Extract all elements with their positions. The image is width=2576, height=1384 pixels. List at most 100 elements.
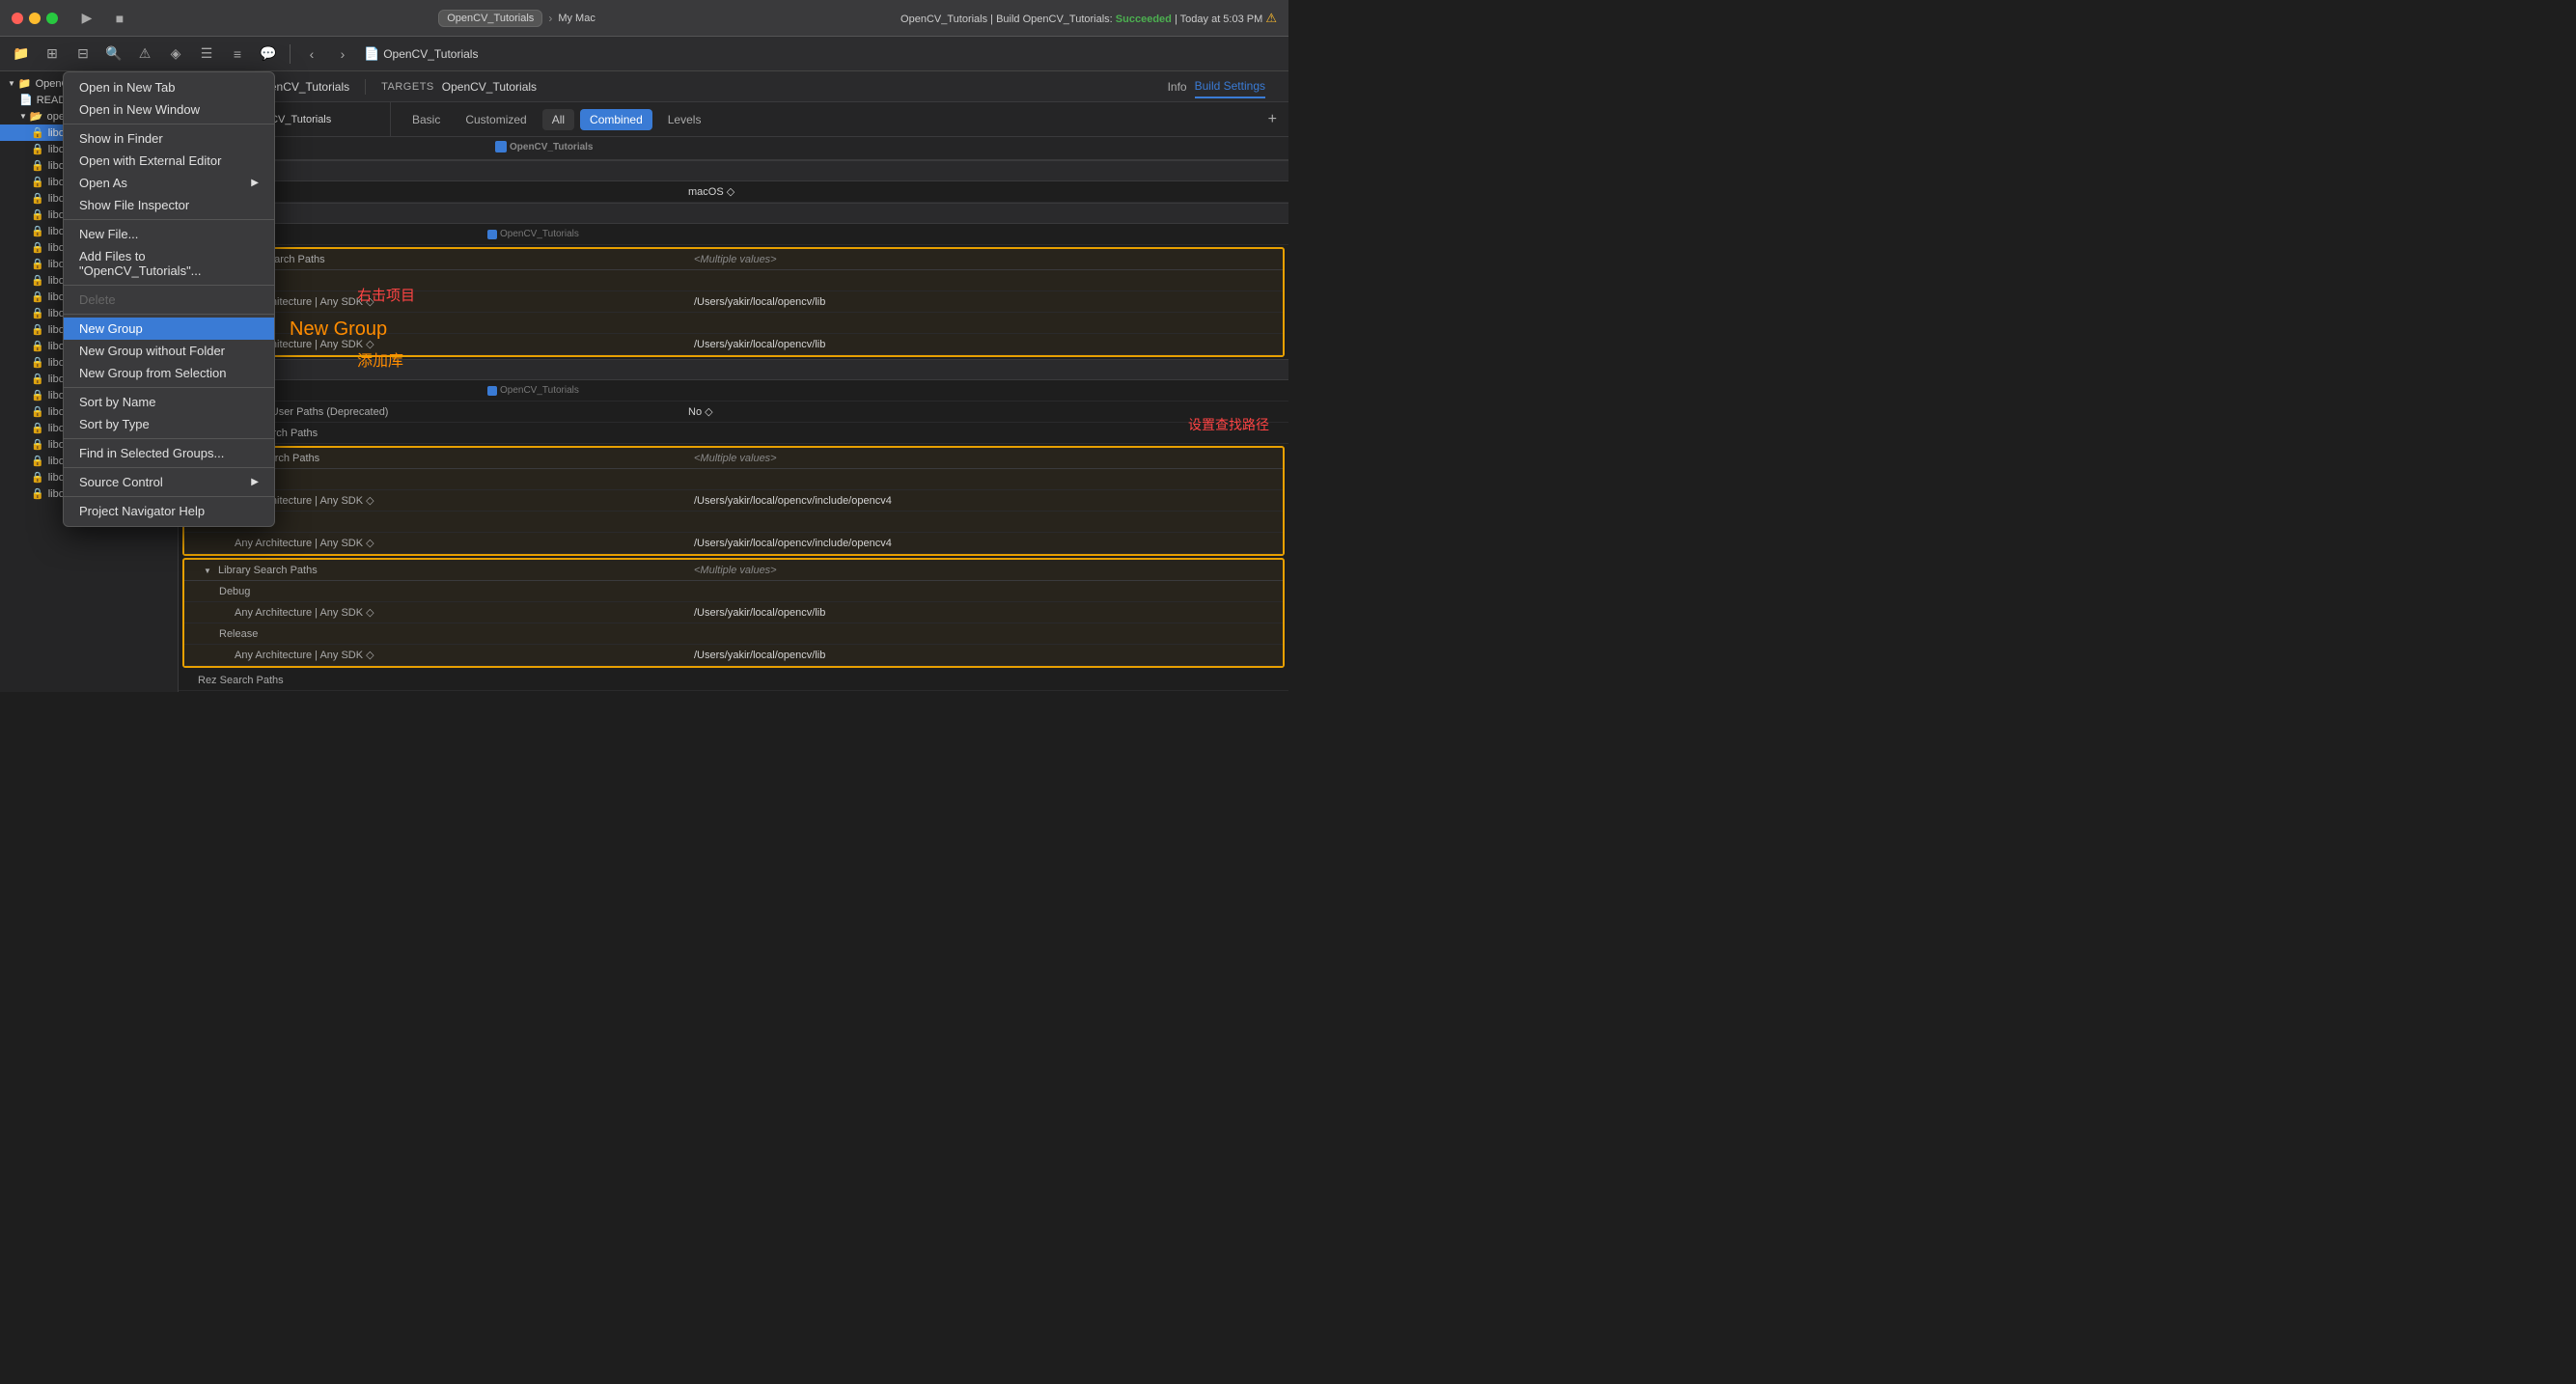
close-button[interactable]	[12, 13, 23, 24]
value-header-debug[interactable]: /Users/yakir/local/opencv/include/opencv…	[686, 492, 1283, 510]
library-search-section: ▼ Library Search Paths <Multiple values>…	[182, 558, 1285, 668]
row-always-search[interactable]: Always Search User Paths (Deprecated) No…	[179, 401, 1288, 423]
row-header-release-arch[interactable]: Any Architecture | Any SDK ◇ /Users/yaki…	[184, 533, 1283, 554]
value-runpath-debug[interactable]: /Users/yakir/local/opencv/lib	[686, 293, 1283, 311]
dylib-icon: 🔒	[31, 176, 44, 188]
menu-open-external-editor[interactable]: Open with External Editor	[64, 150, 274, 172]
breakpoint-button[interactable]: ◈	[162, 41, 189, 68]
value-library-multiple: <Multiple values>	[686, 562, 1283, 579]
row-runpath-debug-arch[interactable]: Any Architecture | Any SDK ◇ /Users/yaki…	[184, 291, 1283, 313]
dylib-icon: 🔒	[31, 405, 44, 418]
menu-source-control[interactable]: Source Control ▶	[64, 471, 274, 493]
row-library-debug[interactable]: Debug	[184, 581, 1283, 602]
row-exclude-dirs[interactable]: Sub-Directories to Exclude in Recursive …	[179, 691, 1288, 692]
menu-new-group[interactable]: New Group	[64, 318, 274, 340]
target-search: OpenCV_Tutorials	[487, 385, 680, 396]
sidebar-toggle-button[interactable]: 📁	[8, 41, 35, 68]
value-library-debug[interactable]: /Users/yakir/local/opencv/lib	[686, 604, 1283, 622]
value-header-debug	[686, 477, 1283, 483]
row-framework-search[interactable]: Framework Search Paths	[179, 423, 1288, 444]
row-library-debug-arch[interactable]: Any Architecture | Any SDK ◇ /Users/yaki…	[184, 602, 1283, 623]
menu-open-new-window[interactable]: Open in New Window	[64, 98, 274, 121]
test-button[interactable]: ☰	[193, 41, 220, 68]
dylib-icon: 🔒	[31, 159, 44, 172]
row-header-search-debug[interactable]: Debug	[184, 469, 1283, 490]
menu-sort-by-type[interactable]: Sort by Type	[64, 413, 274, 435]
nav-back-button[interactable]: ‹	[298, 41, 325, 68]
group-triangle: ▼	[19, 112, 27, 121]
dylib-icon: 🔒	[31, 422, 44, 434]
row-header-search-header[interactable]: ▼ Header Search Paths <Multiple values>	[184, 448, 1283, 469]
scheme-label[interactable]: OpenCV_Tutorials	[438, 10, 542, 27]
section-linking[interactable]: ▼ Linking	[179, 203, 1288, 224]
settings-table: ▼ Architectures Base SDK macOS ◇ ▼ Linki…	[179, 160, 1288, 692]
separator-7	[64, 467, 274, 468]
value-always-search[interactable]: No ◇	[680, 402, 1288, 421]
row-runpath-debug[interactable]: Debug	[184, 270, 1283, 291]
menu-find-in-groups[interactable]: Find in Selected Groups...	[64, 442, 274, 464]
dylib-icon: 🔒	[31, 487, 44, 500]
col-header-target: OpenCV_Tutorials	[487, 137, 680, 159]
stop-button[interactable]: ■	[106, 5, 133, 32]
filter-tab-basic[interactable]: Basic	[402, 109, 450, 130]
value-runpath-debug	[686, 278, 1283, 284]
row-rez-search[interactable]: Rez Search Paths	[179, 670, 1288, 691]
submenu-arrow: ▶	[251, 178, 259, 188]
value-runpath-multiple: <Multiple values>	[686, 251, 1283, 268]
value-base-sdk[interactable]: macOS ◇	[680, 182, 1288, 201]
row-library-search-header[interactable]: ▼ Library Search Paths <Multiple values>	[184, 560, 1283, 581]
row-library-release-arch[interactable]: Any Architecture | Any SDK ◇ /Users/yaki…	[184, 645, 1283, 666]
separator-2	[64, 219, 274, 220]
menu-open-as[interactable]: Open As ▶	[64, 172, 274, 194]
menu-add-files[interactable]: Add Files to "OpenCV_Tutorials"...	[64, 245, 274, 282]
row-base-sdk[interactable]: Base SDK macOS ◇	[179, 181, 1288, 203]
play-button[interactable]: ▶	[73, 5, 100, 32]
filter-tab-all[interactable]: All	[542, 109, 574, 130]
scheme-selector[interactable]: OpenCV_Tutorials › My Mac	[141, 10, 893, 27]
menu-show-file-inspector[interactable]: Show File Inspector	[64, 194, 274, 216]
value-runpath-release[interactable]: /Users/yakir/local/opencv/lib	[686, 336, 1283, 353]
minimize-button[interactable]	[29, 13, 41, 24]
row-header-debug-arch[interactable]: Any Architecture | Any SDK ◇ /Users/yaki…	[184, 490, 1283, 512]
dylib-icon: 🔒	[31, 438, 44, 451]
search-button[interactable]: 🔍	[100, 41, 127, 68]
value-library-release[interactable]: /Users/yakir/local/opencv/lib	[686, 647, 1283, 664]
tab-info[interactable]: Info	[1168, 76, 1187, 97]
debug-button[interactable]: ≡	[224, 41, 251, 68]
tab-build-settings[interactable]: Build Settings	[1195, 75, 1265, 98]
add-setting-button[interactable]: +	[1268, 111, 1277, 128]
table-column-headers: Setting OpenCV_Tutorials	[179, 137, 1288, 160]
hierarchy-button[interactable]: ⊟	[69, 41, 97, 68]
project-icon: 📁	[18, 77, 32, 90]
dylib-icon: 🔒	[31, 126, 44, 139]
filter-tab-combined[interactable]: Combined	[580, 109, 652, 130]
row-header-release[interactable]: Release	[184, 512, 1283, 533]
comment-button[interactable]: 💬	[255, 41, 282, 68]
menu-open-new-tab[interactable]: Open in New Tab	[64, 76, 274, 98]
menu-sort-by-name[interactable]: Sort by Name	[64, 391, 274, 413]
fullscreen-button[interactable]	[46, 13, 58, 24]
menu-new-group-from-selection[interactable]: New Group from Selection	[64, 362, 274, 384]
menu-show-in-finder[interactable]: Show in Finder	[64, 127, 274, 150]
settings-header: PROJECT OpenCV_Tutorials TARGETS OpenCV_…	[179, 71, 1288, 102]
main-layout: ▼ 📁 OpenCV_Tutori... 📄 README.md ▼ 📂 ope…	[0, 71, 1288, 692]
section-search-paths[interactable]: ▼ Search Paths	[179, 359, 1288, 380]
warning-button[interactable]: ⚠	[131, 41, 158, 68]
filter-tab-levels[interactable]: Levels	[658, 109, 711, 130]
vcs-button[interactable]: ⊞	[39, 41, 66, 68]
key-library-debug-arch: Any Architecture | Any SDK ◇	[184, 603, 493, 622]
filter-tab-customized[interactable]: Customized	[456, 109, 536, 130]
row-runpath-header[interactable]: ▼ Runpath Search Paths <Multiple values>	[184, 249, 1283, 270]
dylib-icon: 🔒	[31, 208, 44, 221]
row-runpath-release[interactable]: Release	[184, 313, 1283, 334]
value-header-release[interactable]: /Users/yakir/local/opencv/include/opencv…	[686, 535, 1283, 552]
menu-new-file[interactable]: New File...	[64, 223, 274, 245]
row-runpath-release-arch[interactable]: Any Architecture | Any SDK ◇ /Users/yaki…	[184, 334, 1283, 355]
value-library-release	[686, 631, 1283, 637]
row-library-release[interactable]: Release	[184, 623, 1283, 645]
menu-new-group-without-folder[interactable]: New Group without Folder	[64, 340, 274, 362]
value-framework-search	[680, 430, 1288, 436]
menu-project-navigator-help[interactable]: Project Navigator Help	[64, 500, 274, 522]
section-architectures[interactable]: ▼ Architectures	[179, 160, 1288, 181]
nav-forward-button[interactable]: ›	[329, 41, 356, 68]
